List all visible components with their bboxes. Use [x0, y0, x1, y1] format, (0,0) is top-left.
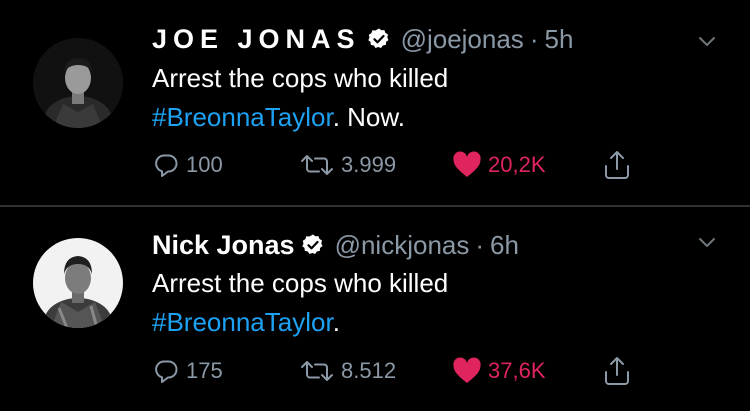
- retweet-button[interactable]: 3.999: [299, 148, 396, 182]
- display-name[interactable]: JOE JONAS: [152, 24, 361, 55]
- share-button[interactable]: [602, 148, 632, 182]
- heart-icon: [453, 357, 481, 383]
- display-name[interactable]: Nick Jonas: [152, 230, 295, 261]
- avatar[interactable]: [33, 38, 123, 128]
- reply-icon: [155, 360, 178, 383]
- avatar[interactable]: [33, 238, 123, 328]
- verified-badge-icon: [367, 27, 391, 51]
- separator-dot: ·: [529, 23, 539, 54]
- retweet-button[interactable]: 8.512: [299, 354, 396, 388]
- retweet-count: 3.999: [341, 152, 397, 177]
- timestamp[interactable]: 6h: [490, 230, 519, 261]
- like-button[interactable]: 20,2K: [452, 148, 546, 182]
- avatar-photo: [33, 38, 123, 128]
- reply-count: 175: [186, 358, 223, 383]
- tweet-text: Arrest the cops who killed #BreonnaTaylor…: [152, 264, 712, 342]
- tweet-text-end: .: [332, 307, 340, 337]
- avatar-photo: [33, 238, 123, 328]
- timestamp[interactable]: 5h: [544, 24, 573, 55]
- retweet-icon: [301, 155, 333, 175]
- hashtag-link[interactable]: #BreonnaTaylor: [152, 102, 333, 132]
- reply-icon: [155, 154, 178, 177]
- like-count: 37,6K: [488, 358, 546, 383]
- share-button[interactable]: [602, 354, 632, 388]
- tweet[interactable]: JOE JONAS @joejonas · 5h Arrest the cops…: [0, 0, 750, 206]
- reply-button[interactable]: 100: [152, 148, 223, 182]
- share-icon: [605, 151, 629, 179]
- share-icon: [605, 357, 629, 385]
- tweet-actions: 100 3.999 20,2K: [152, 148, 672, 182]
- retweet-icon: [301, 361, 333, 381]
- handle[interactable]: @joejonas: [401, 24, 524, 55]
- hashtag-link[interactable]: #BreonnaTaylor: [152, 307, 333, 337]
- tweet-header: Nick Jonas @nickjonas · 6h: [152, 227, 519, 263]
- handle[interactable]: @nickjonas: [335, 230, 470, 261]
- heart-icon: [453, 151, 481, 177]
- tweet[interactable]: Nick Jonas @nickjonas · 6h Arrest the co…: [0, 207, 750, 411]
- tweet-actions: 175 8.512 37,6K: [152, 354, 672, 388]
- chevron-down-icon[interactable]: [694, 229, 720, 255]
- like-button[interactable]: 37,6K: [452, 354, 546, 388]
- reply-count: 100: [186, 152, 223, 177]
- tweet-header: JOE JONAS @joejonas · 5h: [152, 21, 573, 57]
- verified-badge-icon: [301, 233, 325, 257]
- tweet-text-start: Arrest the cops who killed: [152, 268, 449, 298]
- chevron-down-icon[interactable]: [694, 28, 720, 54]
- retweet-count: 8.512: [341, 358, 397, 383]
- reply-button[interactable]: 175: [152, 354, 223, 388]
- tweet-text-end: . Now.: [332, 102, 405, 132]
- tweet-text-start: Arrest the cops who killed: [152, 63, 449, 93]
- separator-dot: ·: [475, 229, 485, 260]
- like-count: 20,2K: [488, 152, 546, 177]
- tweet-text: Arrest the cops who killed #BreonnaTaylor…: [152, 59, 712, 137]
